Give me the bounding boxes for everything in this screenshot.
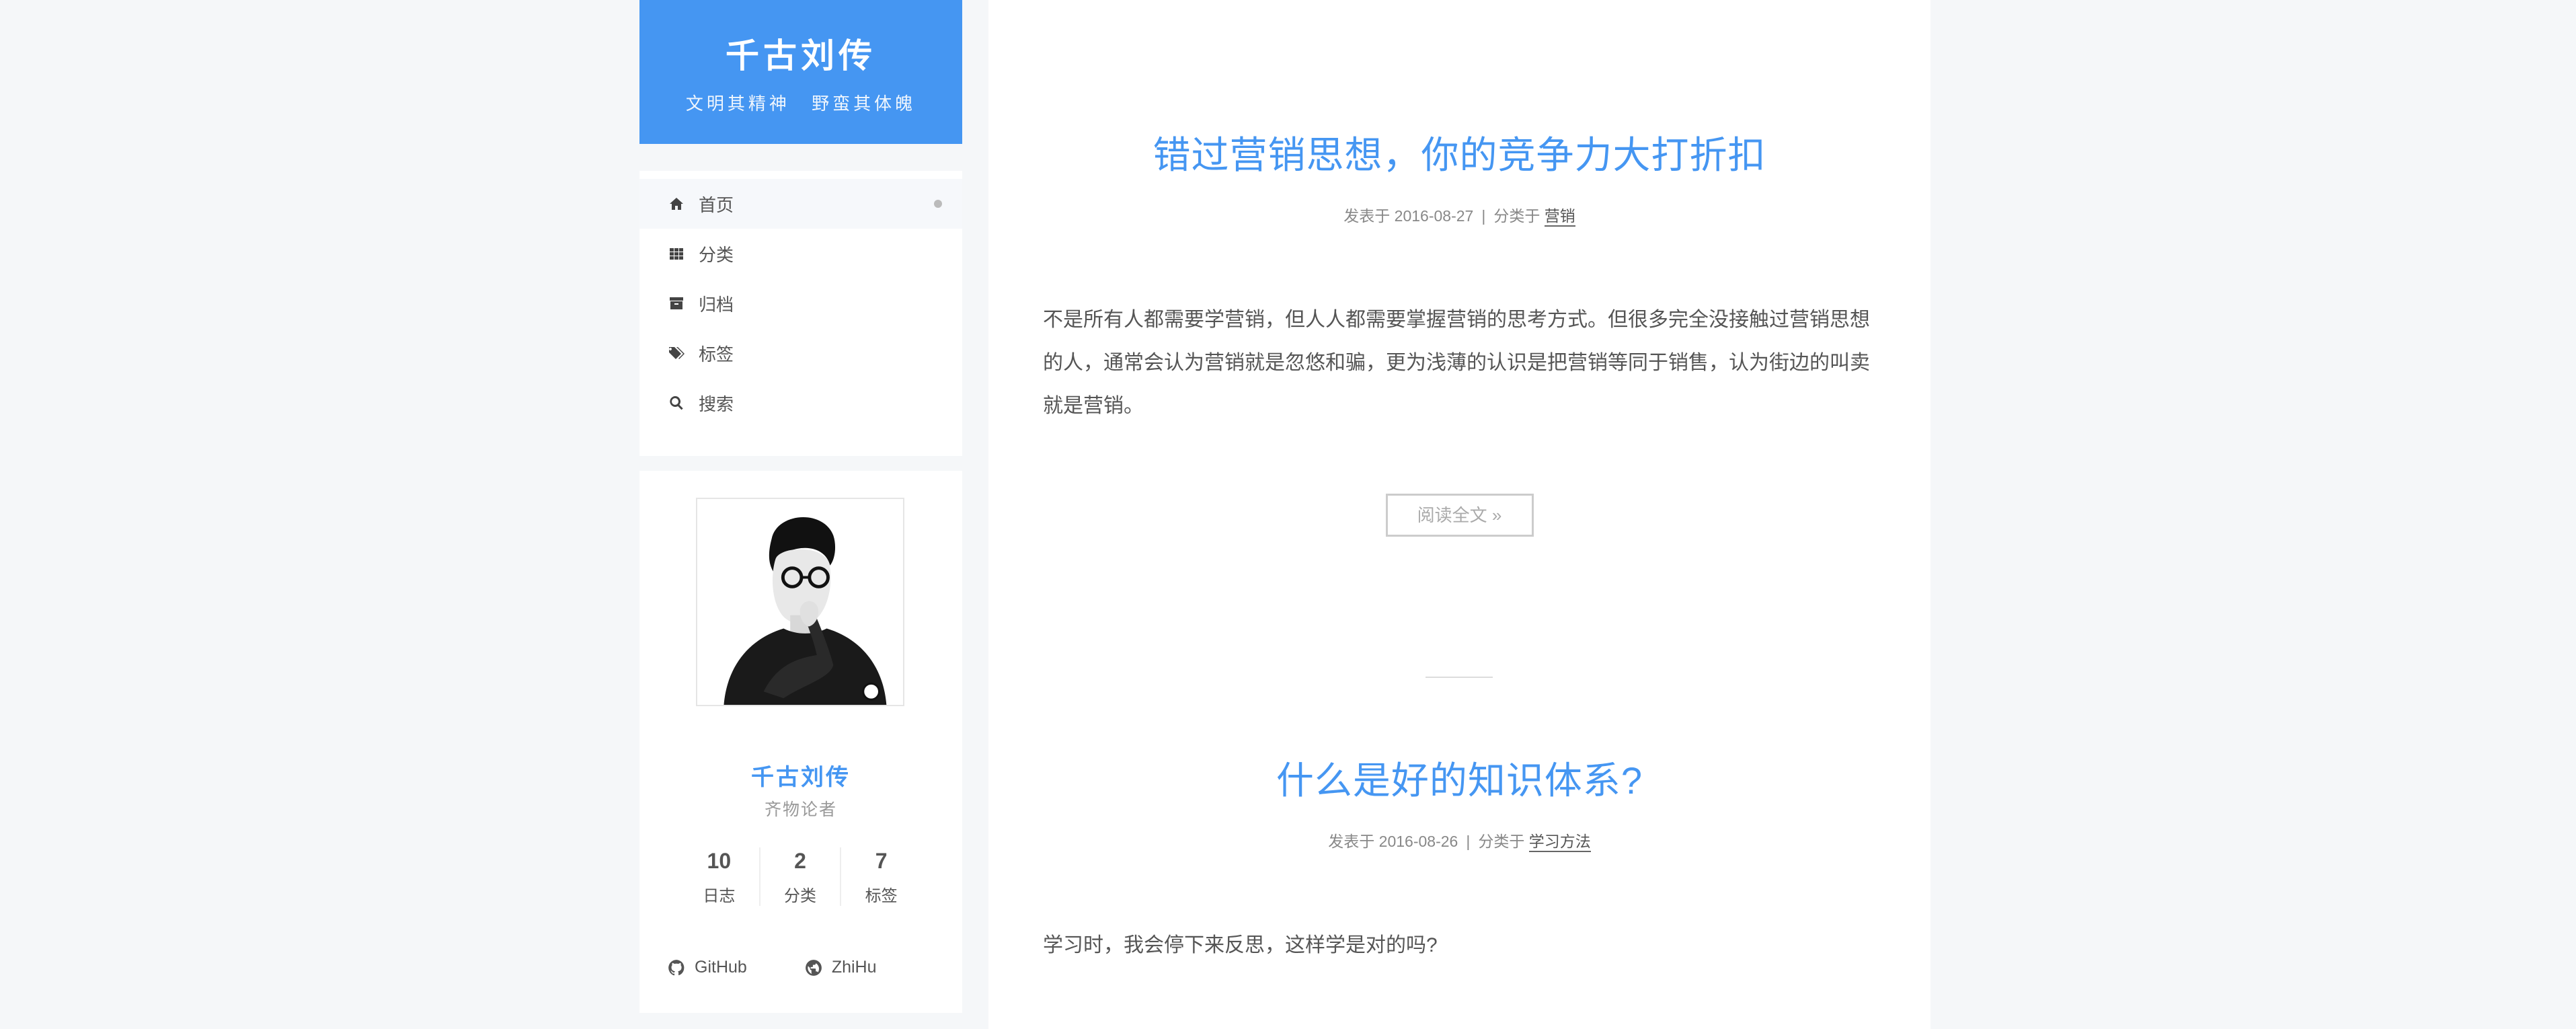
zhihu-link[interactable]: ZhiHu <box>805 958 877 977</box>
stat-count: 7 <box>875 849 888 873</box>
menu-item-archives[interactable]: 归档 <box>639 278 962 328</box>
menu-item-label: 首页 <box>699 194 734 215</box>
stat-count: 2 <box>794 849 806 873</box>
site-subtitle: 文明其精神 野蛮其体魄 <box>685 93 916 114</box>
search-icon <box>668 394 685 412</box>
github-label: GitHub <box>695 958 747 977</box>
post-published-date: 发表于 2016-08-27 <box>1343 207 1474 225</box>
post-card: 什么是好的知识体系? 发表于 2016-08-26 | 分类于 学习方法 学习时，我… <box>988 757 1930 967</box>
post-excerpt: 学习时，我会停下来反思，这样学是对的吗? <box>1043 934 1438 956</box>
post-published-date: 发表于 2016-08-26 <box>1328 833 1458 850</box>
home-icon <box>668 195 685 213</box>
author-avatar <box>696 498 904 706</box>
post-card: 错过营销思想，你的竞争力大打折扣 发表于 2016-08-27 | 分类于 营销 不… <box>988 132 1930 537</box>
meta-separator: | <box>1481 207 1486 225</box>
menu-item-search[interactable]: 搜索 <box>639 378 962 428</box>
stat-posts[interactable]: 10 日志 <box>679 847 759 906</box>
sidebar: 千古刘传 文明其精神 野蛮其体魄 首页 分类 归档 标签 搜索 千古刘传 齐物论… <box>639 0 962 1013</box>
stat-tags[interactable]: 7 标签 <box>840 847 921 906</box>
site-brand: 千古刘传 文明其精神 野蛮其体魄 <box>639 0 962 144</box>
social-links: GitHub ZhiHu <box>668 958 935 977</box>
menu-item-label: 归档 <box>699 294 734 315</box>
post-meta: 发表于 2016-08-26 | 分类于 学习方法 <box>988 829 1930 852</box>
author-description: 齐物论者 <box>764 800 837 819</box>
author-profile: 千古刘传 齐物论者 10 日志 2 分类 7 标签 GitHub ZhiHu <box>639 471 962 1013</box>
meta-separator: | <box>1466 833 1471 850</box>
globe-icon <box>805 959 822 976</box>
post-meta: 发表于 2016-08-27 | 分类于 营销 <box>988 203 1930 227</box>
read-more-button[interactable]: 阅读全文 » <box>1385 494 1534 537</box>
author-name: 千古刘传 <box>751 765 851 790</box>
stat-label: 标签 <box>865 887 898 905</box>
post-excerpt: 不是所有人都需要学营销，但人人都需要掌握营销的思考方式。但很多完全没接触过营销思… <box>1043 309 1870 417</box>
main-content: 错过营销思想，你的竞争力大打折扣 发表于 2016-08-27 | 分类于 营销 不… <box>988 0 1930 1029</box>
menu-item-label: 分类 <box>699 244 734 265</box>
tags-icon <box>668 344 685 362</box>
menu-item-categories[interactable]: 分类 <box>639 229 962 278</box>
active-indicator-dot <box>934 200 942 208</box>
page: 千古刘传 文明其精神 野蛮其体魄 首页 分类 归档 标签 搜索 千古刘传 齐物论… <box>0 0 2576 1029</box>
menu-item-home[interactable]: 首页 <box>639 179 962 229</box>
post-category-link[interactable]: 学习方法 <box>1528 833 1591 852</box>
post-category-prefix: 分类于 <box>1493 207 1540 225</box>
stat-label: 日志 <box>703 887 736 905</box>
site-title[interactable]: 千古刘传 <box>639 35 962 77</box>
post-category-prefix: 分类于 <box>1478 833 1525 850</box>
nav-menu: 首页 分类 归档 标签 搜索 <box>639 171 962 456</box>
menu-item-label: 搜索 <box>699 393 734 414</box>
post-title[interactable]: 什么是好的知识体系? <box>988 757 1930 804</box>
zhihu-label: ZhiHu <box>831 958 877 977</box>
github-link[interactable]: GitHub <box>668 958 747 977</box>
stat-categories[interactable]: 2 分类 <box>758 847 841 906</box>
menu-item-label: 标签 <box>699 344 734 365</box>
site-stats: 10 日志 2 分类 7 标签 <box>679 847 921 906</box>
post-title[interactable]: 错过营销思想，你的竞争力大打折扣 <box>988 132 1930 179</box>
post-category-link[interactable]: 营销 <box>1544 207 1575 227</box>
grid-icon <box>668 245 685 262</box>
menu-item-tags[interactable]: 标签 <box>639 328 962 378</box>
github-icon <box>668 959 685 975</box>
post-divider <box>1426 677 1493 678</box>
stat-label: 分类 <box>784 887 816 905</box>
archive-icon <box>668 295 685 312</box>
stat-count: 10 <box>707 849 732 873</box>
